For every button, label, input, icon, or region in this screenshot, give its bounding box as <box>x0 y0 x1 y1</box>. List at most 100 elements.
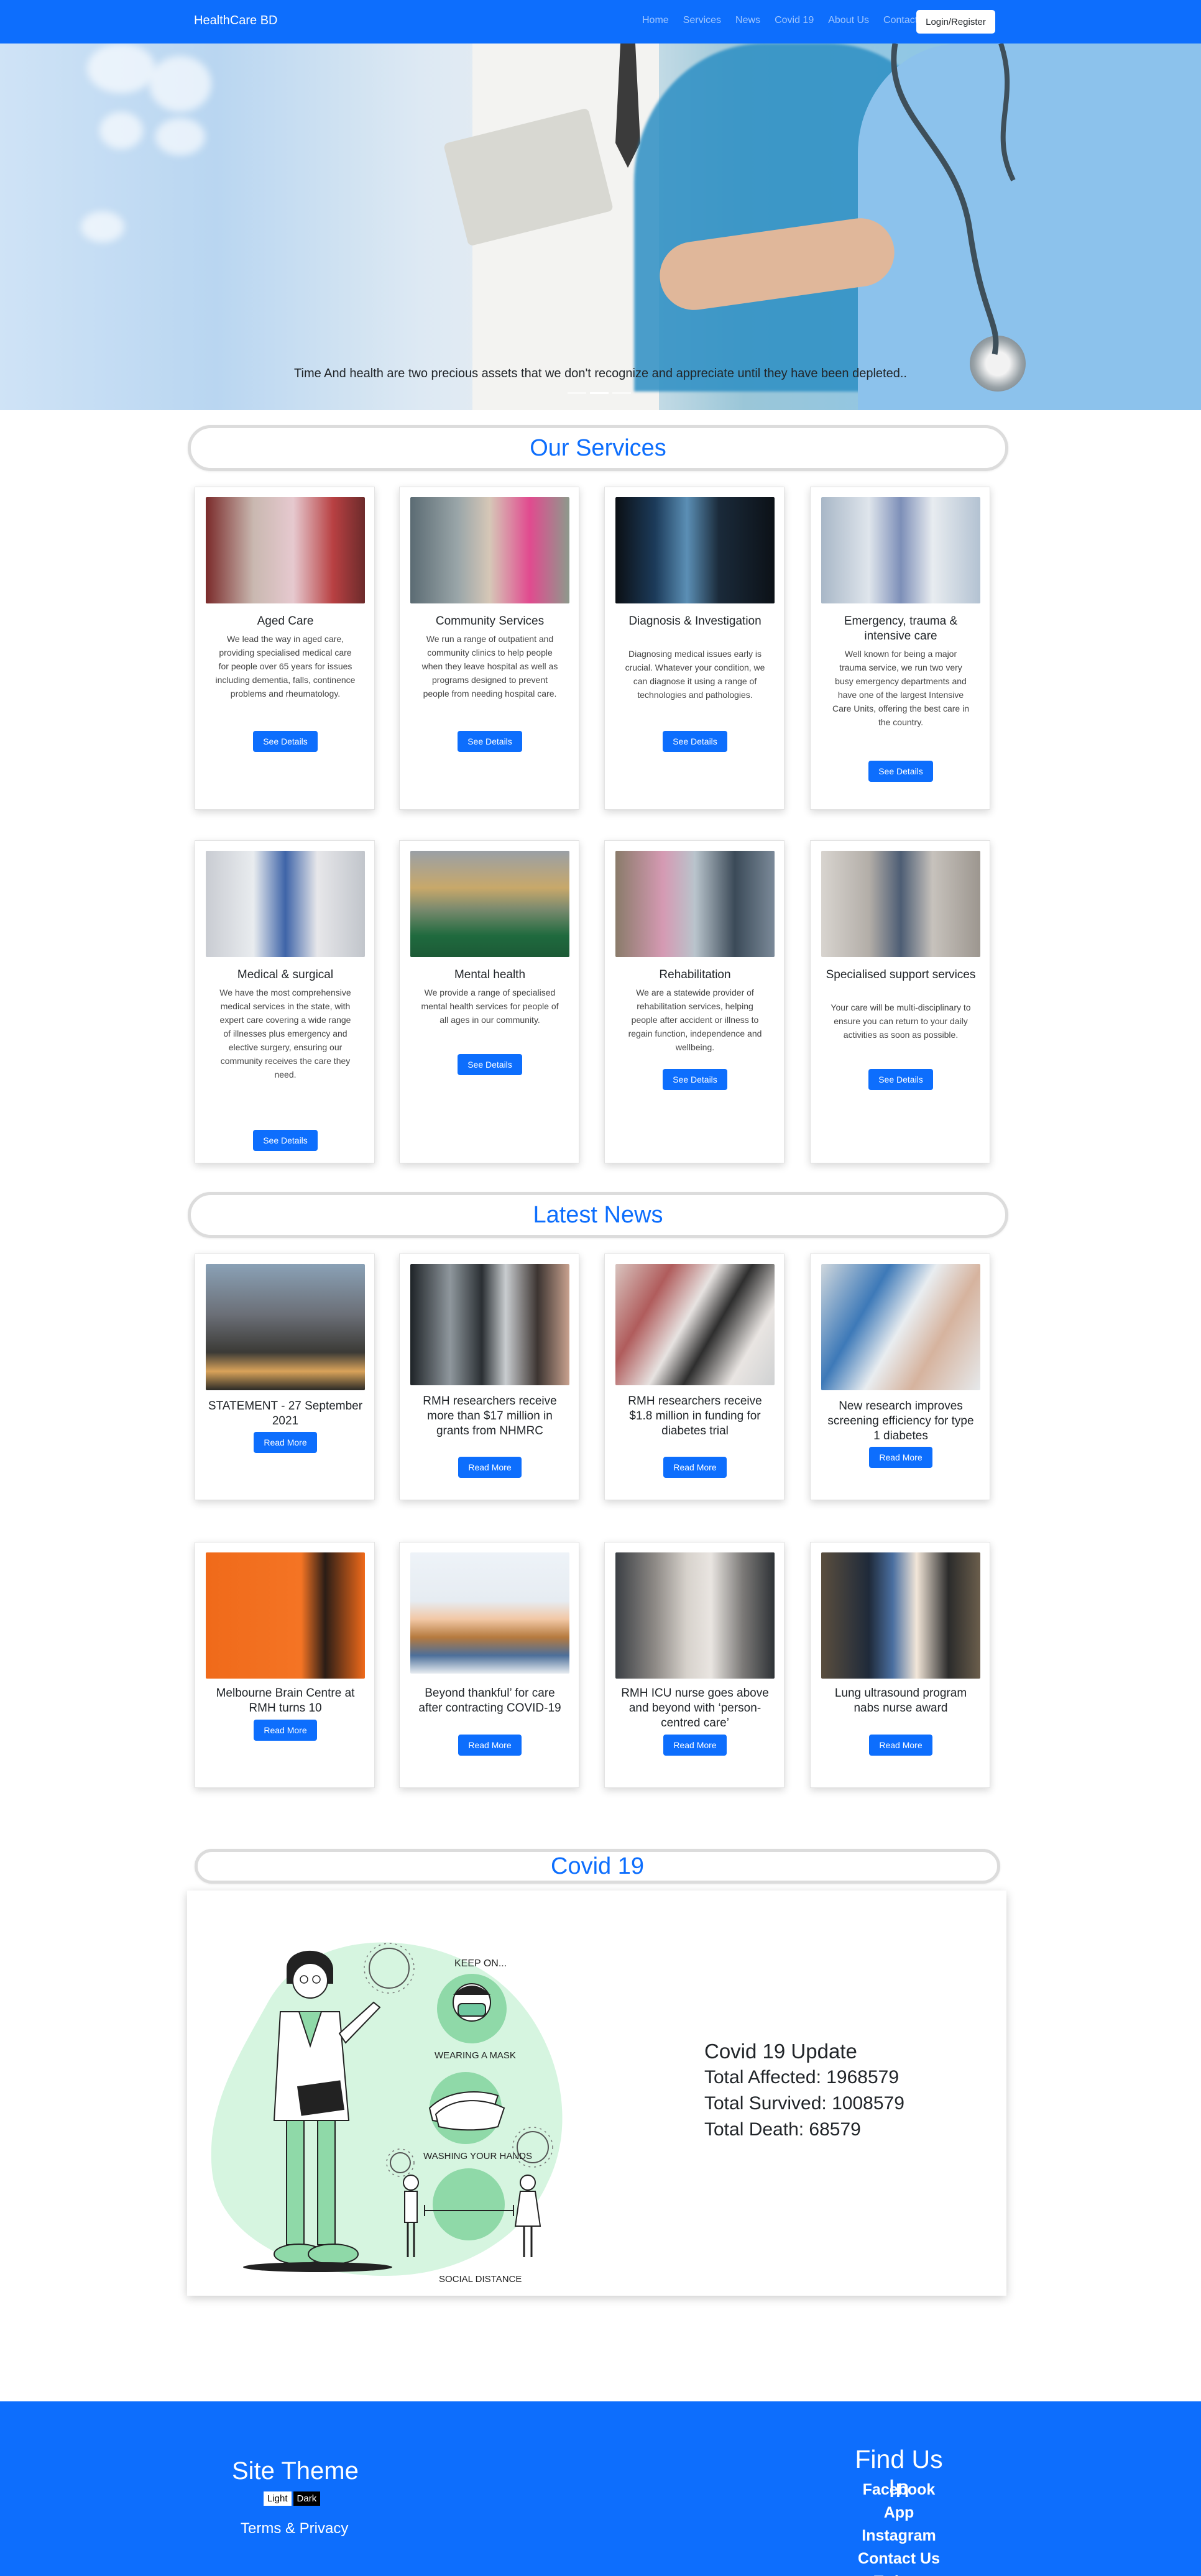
statement-building-image <box>206 1264 365 1390</box>
news-title: Melbourne Brain Centre at RMH turns 10 <box>216 1687 355 1715</box>
footer: Site Theme Light Dark Terms & Privacy Fi… <box>0 2401 1201 2576</box>
service-title: Rehabilitation <box>659 968 731 981</box>
carousel-indicator-3[interactable] <box>612 392 631 394</box>
app-link[interactable]: App <box>843 2501 955 2524</box>
carousel-indicator-1[interactable] <box>568 392 586 394</box>
see-details-button[interactable]: See Details <box>663 731 727 752</box>
bokeh-light <box>81 211 124 242</box>
read-more-button[interactable]: Read More <box>254 1432 317 1453</box>
wearing-mask-label: WEARING A MASK <box>435 2050 516 2061</box>
service-card: Mental health We provide a range of spec… <box>399 840 579 1163</box>
covid-heading: Covid 19 <box>195 1849 1000 1884</box>
community-services-image <box>410 497 569 603</box>
carousel-indicator-2[interactable] <box>590 392 609 394</box>
hero-carousel: Time And health are two precious assets … <box>0 44 1201 410</box>
medical-surgical-image <box>206 851 365 957</box>
news-title: RMH ICU nurse goes above and beyond with… <box>621 1687 769 1730</box>
nav-link-services[interactable]: Services <box>683 15 721 26</box>
glucose-monitor-image <box>615 1264 775 1385</box>
service-card: Diagnosis & Investigation Diagnosing med… <box>604 487 785 810</box>
instagram-link[interactable]: Instagram <box>843 2524 955 2547</box>
illustration-blob <box>211 1942 563 2276</box>
news-card: Melbourne Brain Centre at RMH turns 10 R… <box>195 1542 375 1788</box>
bokeh-light <box>155 118 205 155</box>
keep-on-label: KEEP ON... <box>454 1958 507 1969</box>
terms-privacy-link[interactable]: Terms & Privacy <box>241 2520 348 2537</box>
nav-link-home[interactable]: Home <box>642 15 669 26</box>
covid-safety-illustration: KEEP ON... WEARING A MASK WASHING YOUR H… <box>211 1942 563 2282</box>
rehabilitation-image <box>615 851 775 957</box>
bokeh-light <box>149 56 211 112</box>
see-details-button[interactable]: See Details <box>253 1130 318 1151</box>
specialised-support-image <box>821 851 980 957</box>
covid-stats: Covid 19 Update Total Affected: 1968579 … <box>704 2038 904 2143</box>
see-details-button[interactable]: See Details <box>458 1054 522 1075</box>
nav-link-about[interactable]: About Us <box>828 15 869 26</box>
news-card: RMH researchers receive more than $17 mi… <box>399 1254 579 1500</box>
service-card: Specialised support services Your care w… <box>810 840 990 1163</box>
covid-recovery-illustration <box>410 1552 569 1674</box>
news-title: New research improves screening efficien… <box>827 1400 974 1442</box>
news-card: Beyond thankful’ for care after contract… <box>399 1542 579 1788</box>
services-heading: Our Services <box>188 425 1008 471</box>
service-card: Community Services We run a range of out… <box>399 487 579 810</box>
service-description: We run a range of outpatient and communi… <box>421 634 558 699</box>
service-description: Diagnosing medical issues early is cruci… <box>625 649 765 700</box>
see-details-button[interactable]: See Details <box>868 761 933 782</box>
aged-care-image <box>206 497 365 603</box>
read-more-button[interactable]: Read More <box>458 1457 522 1478</box>
covid-update-title: Covid 19 Update <box>704 2040 857 2063</box>
read-more-button[interactable]: Read More <box>254 1720 317 1741</box>
carousel-indicators <box>568 392 631 394</box>
service-description: We provide a range of specialised mental… <box>421 988 559 1025</box>
dark-theme-button[interactable]: Dark <box>293 2491 321 2506</box>
nav-link-news[interactable]: News <box>735 15 760 26</box>
service-title: Specialised support services <box>826 968 976 981</box>
see-details-button[interactable]: See Details <box>458 731 522 752</box>
read-more-button[interactable]: Read More <box>869 1447 932 1468</box>
service-description: Well known for being a major trauma serv… <box>832 649 969 727</box>
twitter-link[interactable]: Twitter <box>843 2570 955 2576</box>
service-card: Rehabilitation We are a statewide provid… <box>604 840 785 1163</box>
news-title: Beyond thankful’ for care after contract… <box>418 1687 561 1715</box>
read-more-button[interactable]: Read More <box>663 1735 727 1756</box>
nav-link-covid[interactable]: Covid 19 <box>775 15 814 26</box>
login-register-button[interactable]: Login/Register <box>916 10 995 34</box>
news-title: RMH researchers receive more than $17 mi… <box>423 1395 557 1437</box>
see-details-button[interactable]: See Details <box>663 1069 727 1090</box>
see-details-button[interactable]: See Details <box>253 731 318 752</box>
nav-links: Home Services News Covid 19 About Us Con… <box>642 15 947 26</box>
contact-us-link[interactable]: Contact Us <box>843 2547 955 2570</box>
navbar: HealthCare BD Home Services News Covid 1… <box>0 0 1201 44</box>
service-title: Community Services <box>435 615 545 628</box>
service-title: Mental health <box>454 968 526 981</box>
brand-logo[interactable]: HealthCare BD <box>194 14 278 28</box>
lung-ultrasound-image <box>821 1552 980 1679</box>
service-card: Emergency, trauma & intensive care Well … <box>810 487 990 810</box>
diagnosis-image <box>615 497 775 603</box>
social-links: Facebook App Instagram Contact Us Twitte… <box>843 2478 955 2576</box>
icu-nurse-image <box>615 1552 775 1679</box>
service-description: We lead the way in aged care, providing … <box>215 634 356 699</box>
see-details-button[interactable]: See Details <box>868 1069 933 1090</box>
read-more-button[interactable]: Read More <box>458 1735 522 1756</box>
service-title: Aged Care <box>257 615 314 628</box>
read-more-button[interactable]: Read More <box>869 1735 932 1756</box>
stethoscope-tube-icon <box>891 44 1016 355</box>
news-title: RMH researchers receive $1.8 million in … <box>628 1395 762 1437</box>
washing-hands-label: WASHING YOUR HANDS <box>423 2151 532 2161</box>
facebook-link[interactable]: Facebook <box>843 2478 955 2501</box>
covid-total-survived: Total Survived: 1008579 <box>704 2093 904 2114</box>
light-theme-button[interactable]: Light <box>264 2491 292 2506</box>
covid-total-death: Total Death: 68579 <box>704 2119 861 2140</box>
news-title: Lung ultrasound program nabs nurse award <box>834 1687 967 1715</box>
distance-circle <box>433 2168 505 2240</box>
read-more-button[interactable]: Read More <box>663 1457 727 1478</box>
news-heading: Latest News <box>188 1192 1008 1238</box>
mental-health-image <box>410 851 569 957</box>
masked-face-icon <box>453 1983 491 2022</box>
news-card: Lung ultrasound program nabs nurse award… <box>810 1542 990 1788</box>
service-card: Medical & surgical We have the most comp… <box>195 840 375 1163</box>
service-title: Diagnosis & Investigation <box>628 615 762 628</box>
news-title: STATEMENT - 27 September 2021 <box>208 1400 363 1428</box>
